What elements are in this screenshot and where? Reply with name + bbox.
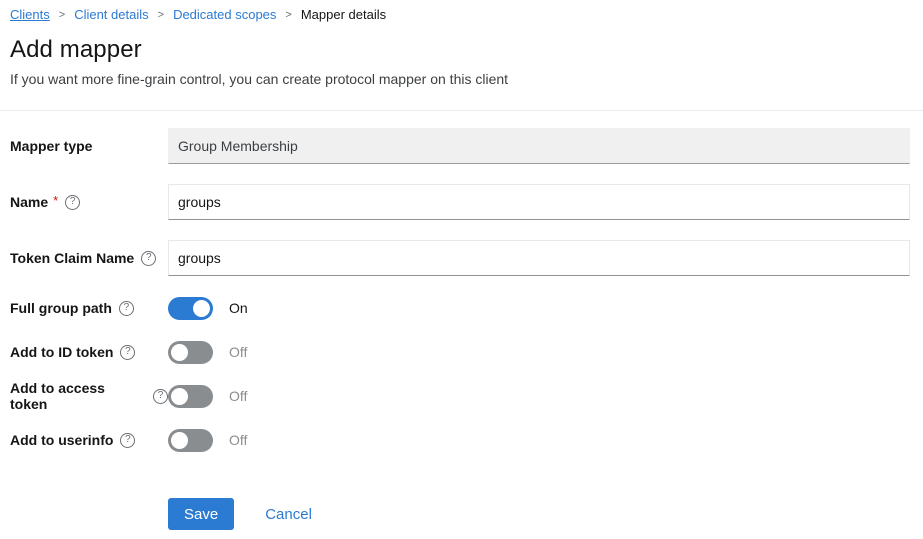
form-row-mapper-type: Mapper type (10, 128, 910, 164)
mapper-type-input (168, 128, 910, 164)
add-mapper-page: Clients > Client details > Dedicated sco… (0, 0, 923, 530)
toggle-knob (171, 344, 188, 361)
form-row-add-to-id-token: Add to ID token ? Off (10, 340, 910, 364)
toggle-knob (193, 300, 210, 317)
help-icon[interactable]: ? (153, 389, 168, 404)
name-label: Name (10, 194, 48, 210)
token-claim-name-input[interactable] (168, 240, 910, 276)
breadcrumb-separator-icon: > (59, 7, 65, 23)
add-to-id-token-toggle[interactable] (168, 341, 213, 364)
add-mapper-form: Mapper type Name * ? Token Claim Name ? (10, 111, 910, 530)
form-row-add-to-userinfo: Add to userinfo ? Off (10, 428, 910, 452)
form-row-add-to-access-token: Add to access token ? Off (10, 384, 910, 408)
help-icon[interactable]: ? (120, 345, 135, 360)
add-to-access-token-label: Add to access token (10, 380, 146, 412)
toggle-knob (171, 388, 188, 405)
toggle-state-label: Off (229, 432, 247, 448)
help-icon[interactable]: ? (65, 195, 80, 210)
page-subtitle: If you want more fine-grain control, you… (10, 71, 910, 87)
form-row-token-claim-name: Token Claim Name ? (10, 240, 910, 276)
required-asterisk: * (53, 193, 58, 208)
toggle-state-label: On (229, 300, 248, 316)
form-row-full-group-path: Full group path ? On (10, 296, 910, 320)
breadcrumb-clients-link[interactable]: Clients (10, 7, 50, 23)
full-group-path-toggle[interactable] (168, 297, 213, 320)
breadcrumb-dedicated-scopes-link[interactable]: Dedicated scopes (173, 7, 276, 23)
breadcrumb-current-mapper-details: Mapper details (301, 7, 386, 23)
name-input[interactable] (168, 184, 910, 220)
help-icon[interactable]: ? (141, 251, 156, 266)
add-to-userinfo-label: Add to userinfo (10, 432, 113, 448)
add-to-userinfo-toggle[interactable] (168, 429, 213, 452)
cancel-link[interactable]: Cancel (265, 506, 312, 523)
toggle-state-label: Off (229, 344, 247, 360)
add-to-id-token-label: Add to ID token (10, 344, 113, 360)
breadcrumb-separator-icon: > (158, 7, 164, 23)
token-claim-name-label: Token Claim Name (10, 250, 134, 266)
breadcrumb-client-details-link[interactable]: Client details (74, 7, 148, 23)
form-actions: Save Cancel (168, 498, 910, 530)
breadcrumb: Clients > Client details > Dedicated sco… (10, 7, 910, 23)
full-group-path-label: Full group path (10, 300, 112, 316)
save-button[interactable]: Save (168, 498, 234, 530)
help-icon[interactable]: ? (120, 433, 135, 448)
toggle-knob (171, 432, 188, 449)
toggle-state-label: Off (229, 388, 247, 404)
add-to-access-token-toggle[interactable] (168, 385, 213, 408)
mapper-type-label: Mapper type (10, 138, 92, 154)
help-icon[interactable]: ? (119, 301, 134, 316)
form-row-name: Name * ? (10, 184, 910, 220)
page-title: Add mapper (10, 36, 910, 64)
breadcrumb-separator-icon: > (285, 7, 291, 23)
